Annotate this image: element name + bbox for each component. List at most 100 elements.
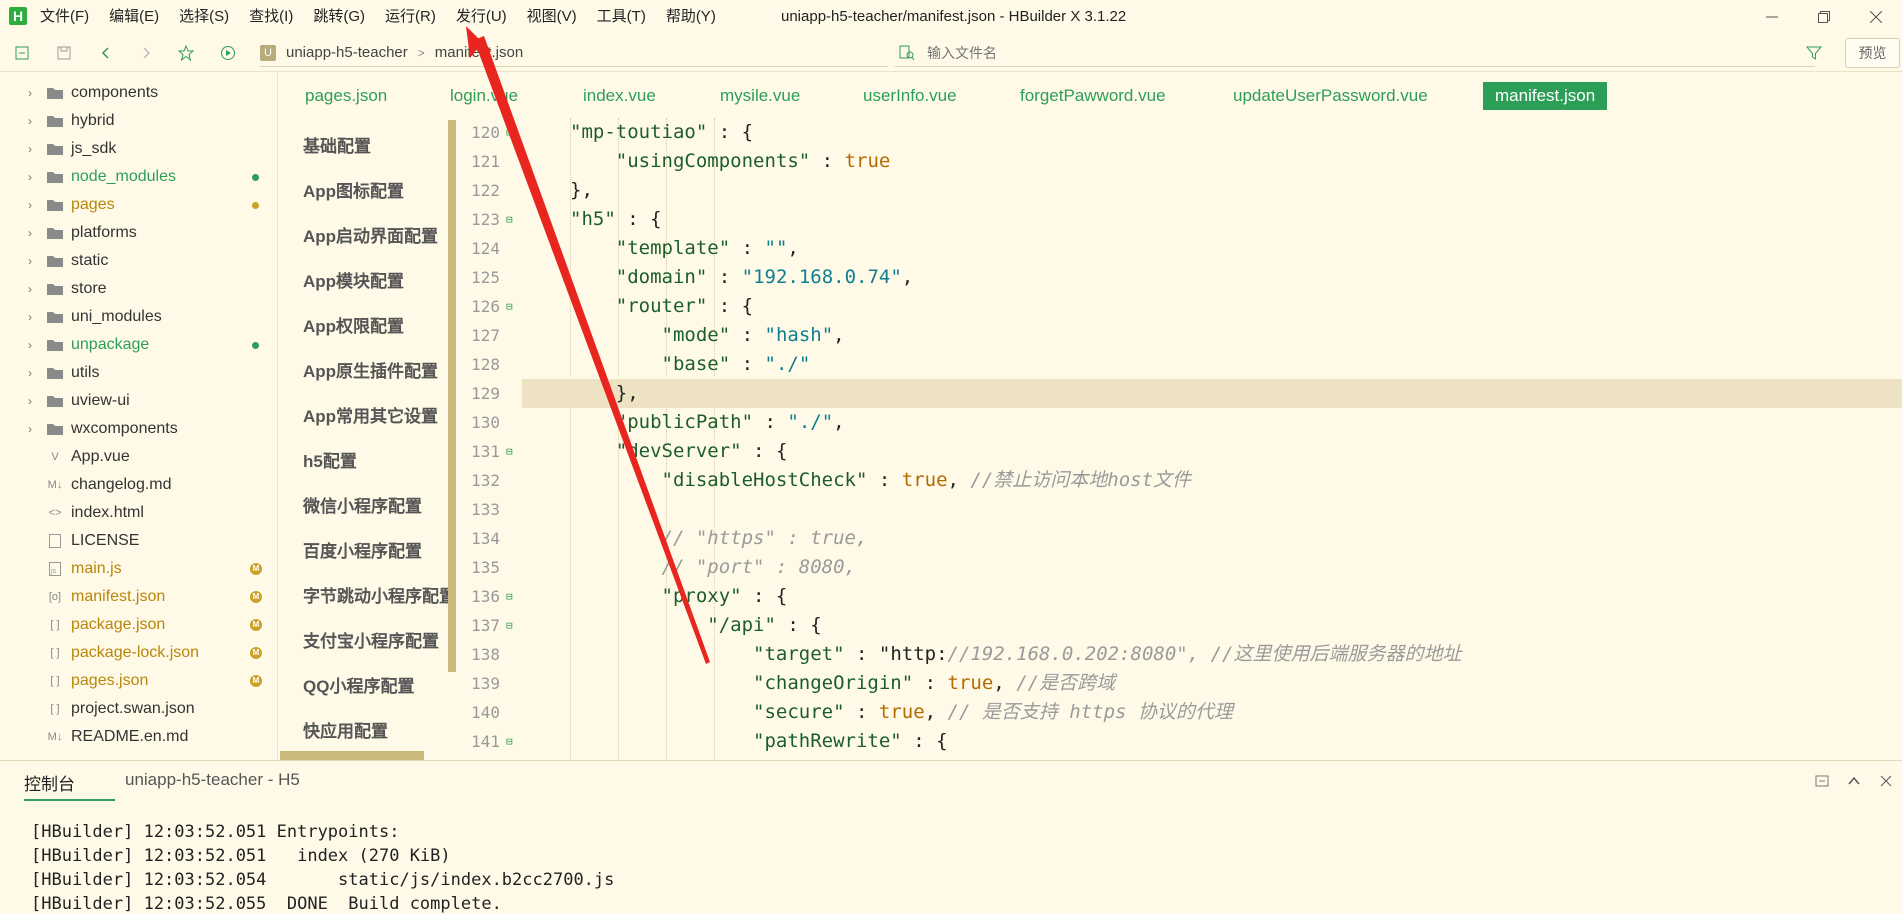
code-line[interactable]: 125 "domain" : "192.168.0.74", — [458, 263, 1902, 292]
tree-folder[interactable]: › unpackage — [0, 331, 270, 359]
tree-folder[interactable]: › pages — [0, 191, 270, 219]
code-line[interactable]: 126 ⊟ "router" : { — [458, 292, 1902, 321]
chevron-right-icon[interactable]: › — [28, 198, 38, 212]
fold-icon[interactable]: ⊟ — [506, 582, 513, 611]
tree-folder[interactable]: › components — [0, 79, 270, 107]
code-line[interactable]: 140 "secure" : true, // 是否支持 https 协议的代理 — [458, 698, 1902, 727]
code-line[interactable]: 120 ⊟ "mp-toutiao" : { — [458, 118, 1902, 147]
settings-nav-item[interactable]: App原生插件配置 — [303, 357, 438, 382]
menu-run[interactable]: 运行(R) — [385, 0, 436, 34]
tree-folder[interactable]: › hybrid — [0, 107, 270, 135]
code-line[interactable]: 121 "usingComponents" : true — [458, 147, 1902, 176]
settings-nav-item[interactable]: 快应用配置 — [303, 717, 388, 742]
tree-file[interactable]: <> index.html — [0, 499, 270, 527]
forward-icon[interactable] — [138, 45, 154, 61]
tree-folder[interactable]: › uview-ui — [0, 387, 270, 415]
tab-pages-json[interactable]: pages.json — [305, 82, 387, 110]
fold-icon[interactable]: ⊟ — [506, 205, 513, 234]
code-editor[interactable]: 120 ⊟ "mp-toutiao" : {121 "usingComponents… — [458, 118, 1902, 760]
code-line[interactable]: 132 "disableHostCheck" : true, //禁止访问本地h… — [458, 466, 1902, 495]
settings-nav-item[interactable]: App图标配置 — [303, 177, 404, 202]
menu-find[interactable]: 查找(I) — [249, 0, 293, 34]
tree-folder[interactable]: › wxcomponents — [0, 415, 270, 443]
tree-folder[interactable]: › platforms — [0, 219, 270, 247]
breadcrumb-project[interactable]: uniapp-h5-teacher — [286, 44, 408, 61]
tree-folder[interactable]: › static — [0, 247, 270, 275]
tree-folder[interactable]: › js_sdk — [0, 135, 270, 163]
minimize-button[interactable] — [1746, 0, 1798, 34]
tab-forgetpawword-vue[interactable]: forgetPawword.vue — [1020, 82, 1166, 110]
tree-file[interactable]: M↓ README.en.md — [0, 723, 270, 751]
fold-icon[interactable]: ⊟ — [506, 292, 513, 321]
settings-nav-item[interactable]: 支付宝小程序配置 — [303, 627, 439, 652]
code-line[interactable]: 136 ⊟ "proxy" : { — [458, 582, 1902, 611]
tree-file[interactable]: LICENSE — [0, 527, 270, 555]
tab-manifest-json[interactable]: manifest.json — [1483, 82, 1608, 110]
tree-file[interactable]: js main.js M — [0, 555, 270, 583]
chevron-right-icon[interactable]: › — [28, 366, 38, 380]
settings-nav-item[interactable]: 微信小程序配置 — [303, 492, 422, 517]
tree-file[interactable]: [ ] project.swan.json — [0, 695, 270, 723]
back-icon[interactable] — [98, 45, 114, 61]
tab-updateuserpassword-vue[interactable]: updateUserPassword.vue — [1233, 82, 1428, 110]
chevron-right-icon[interactable]: › — [28, 86, 38, 100]
settings-nav-item[interactable]: h5配置 — [303, 447, 357, 472]
fold-icon[interactable]: ⊟ — [506, 118, 513, 147]
code-line[interactable]: 139 "changeOrigin" : true, //是否跨域 — [458, 669, 1902, 698]
menu-file[interactable]: 文件(F) — [40, 0, 89, 34]
run-icon[interactable] — [220, 45, 236, 61]
new-file-icon[interactable] — [14, 45, 30, 61]
chevron-up-icon[interactable] — [1838, 771, 1870, 791]
tree-folder[interactable]: › node_modules — [0, 163, 270, 191]
file-search-input[interactable] — [927, 44, 1627, 61]
menu-edit[interactable]: 编辑(E) — [109, 0, 159, 34]
menu-help[interactable]: 帮助(Y) — [666, 0, 716, 34]
code-line[interactable]: 137 ⊟ "/api" : { — [458, 611, 1902, 640]
settings-nav-item[interactable]: App启动界面配置 — [303, 222, 438, 247]
code-line[interactable]: 134 // "https" : true, — [458, 524, 1902, 553]
code-line[interactable]: 135 // "port" : 8080, — [458, 553, 1902, 582]
settings-nav-item[interactable]: App常用其它设置 — [303, 402, 438, 427]
tree-file[interactable]: V App.vue — [0, 443, 270, 471]
chevron-right-icon[interactable]: › — [28, 310, 38, 324]
tree-file[interactable]: [ ] package.json M — [0, 611, 270, 639]
fold-icon[interactable]: ⊟ — [506, 611, 513, 640]
breadcrumb-file[interactable]: manifest.json — [435, 44, 523, 61]
tree-folder[interactable]: › utils — [0, 359, 270, 387]
settings-nav-item[interactable]: 百度小程序配置 — [303, 537, 422, 562]
tree-file[interactable]: M↓ changelog.md — [0, 471, 270, 499]
clear-console-icon[interactable] — [1806, 771, 1838, 791]
chevron-right-icon[interactable]: › — [28, 254, 38, 268]
fold-icon[interactable]: ⊟ — [506, 437, 513, 466]
save-icon[interactable] — [56, 45, 72, 61]
tab-console[interactable]: 控制台 — [24, 770, 115, 801]
close-console-icon[interactable] — [1870, 771, 1902, 791]
menu-publish[interactable]: 发行(U) — [456, 0, 507, 34]
preview-button[interactable]: 预览 — [1845, 38, 1900, 68]
code-line[interactable]: 127 "mode" : "hash", — [458, 321, 1902, 350]
star-icon[interactable] — [178, 45, 194, 61]
code-line[interactable]: 138 "target" : "http://192.168.0.202:808… — [458, 640, 1902, 669]
code-line[interactable]: 123 ⊟ "h5" : { — [458, 205, 1902, 234]
code-line[interactable]: 130 "publicPath" : "./", — [458, 408, 1902, 437]
menu-tools[interactable]: 工具(T) — [597, 0, 646, 34]
tree-folder[interactable]: › store — [0, 275, 270, 303]
chevron-right-icon[interactable]: › — [28, 282, 38, 296]
settings-nav-item[interactable]: 字节跳动小程序配置 — [303, 582, 456, 607]
chevron-right-icon[interactable]: › — [28, 394, 38, 408]
fold-icon[interactable]: ⊟ — [506, 727, 513, 756]
menu-view[interactable]: 视图(V) — [527, 0, 577, 34]
restore-button[interactable] — [1798, 0, 1850, 34]
tree-file[interactable]: [ ] package-lock.json M — [0, 639, 270, 667]
chevron-right-icon[interactable]: › — [28, 422, 38, 436]
chevron-right-icon[interactable]: › — [28, 338, 38, 352]
tab-console-h5[interactable]: uniapp-h5-teacher - H5 — [125, 770, 300, 790]
settings-scrollbar-horizontal[interactable] — [280, 751, 424, 760]
menu-goto[interactable]: 跳转(G) — [313, 0, 365, 34]
settings-scrollbar[interactable] — [448, 120, 456, 672]
settings-nav-item[interactable]: App权限配置 — [303, 312, 404, 337]
code-line[interactable]: 141 ⊟ "pathRewrite" : { — [458, 727, 1902, 756]
settings-nav-item[interactable]: App模块配置 — [303, 267, 404, 292]
tab-login-vue[interactable]: login.vue — [450, 82, 518, 110]
chevron-right-icon[interactable]: › — [28, 170, 38, 184]
